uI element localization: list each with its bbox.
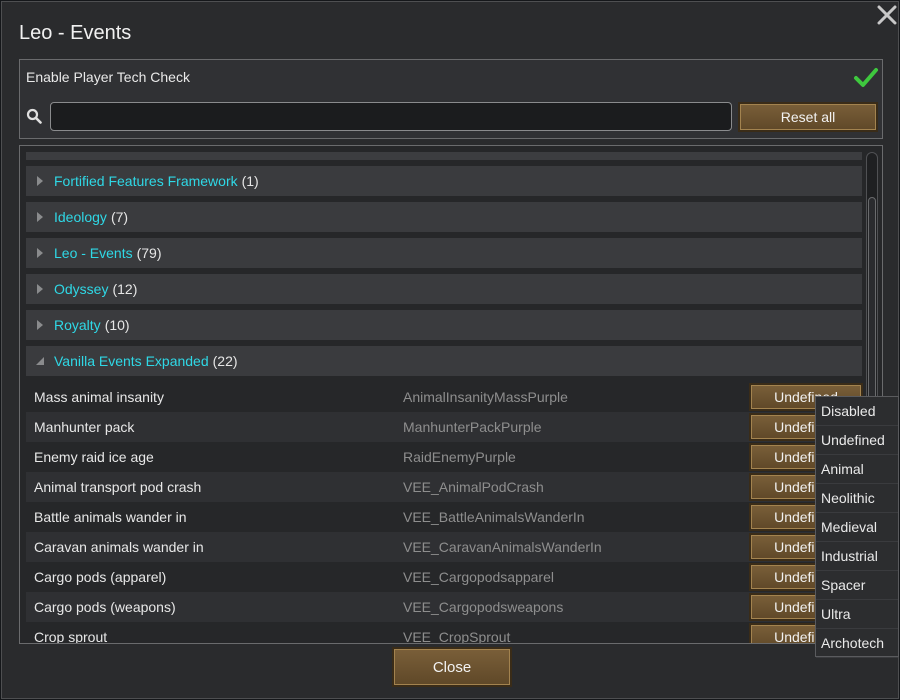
category-count: (79): [136, 245, 162, 261]
event-list[interactable]: Fortified Features Framework (1) Ideology(…: [19, 145, 883, 644]
event-row: Caravan animals wander in VEE_CaravanAnim…: [26, 532, 863, 562]
event-def-name: RaidEnemyPurple: [403, 449, 516, 465]
dropdown-option[interactable]: Undefined: [816, 426, 898, 455]
event-row: Cargo pods (apparel) VEE_Cargopodsapparel…: [26, 562, 863, 592]
event-def-name: ManhunterPackPurple: [403, 419, 542, 435]
event-label: Caravan animals wander in: [34, 539, 204, 555]
events-window: Leo - Events Enable Player Tech Check Re…: [1, 1, 899, 699]
event-label: Cargo pods (weapons): [34, 599, 176, 615]
search-icon: [26, 108, 42, 124]
event-def-name: VEE_Cargopodsapparel: [403, 569, 554, 585]
category-row[interactable]: Royalty (10): [26, 310, 862, 340]
event-row: Enemy raid ice age RaidEnemyPurple Undefin…: [26, 442, 863, 472]
event-def-name: VEE_BattleAnimalsWanderIn: [403, 509, 585, 525]
triangle-right-icon[interactable]: [26, 283, 54, 295]
triangle-down-icon[interactable]: [26, 356, 54, 366]
list-top-strip: [26, 152, 862, 160]
category-count: (7): [110, 209, 129, 225]
window-title: Leo - Events: [19, 22, 132, 44]
event-row: Animal transport pod crash VEE_AnimalPodC…: [26, 472, 863, 502]
category-row[interactable]: Ideology (7): [26, 202, 862, 232]
event-def-name: VEE_CaravanAnimalsWanderIn: [403, 539, 602, 555]
category-name: Fortified Features Framework: [54, 173, 238, 189]
event-def-name: VEE_AnimalPodCrash: [403, 479, 544, 495]
triangle-right-icon[interactable]: [26, 319, 54, 331]
category-row[interactable]: Leo - Events (79): [26, 238, 862, 268]
event-label: Manhunter pack: [34, 419, 135, 435]
category-row[interactable]: Fortified Features Framework (1): [26, 166, 862, 196]
reset-all-button[interactable]: Reset all: [738, 102, 878, 132]
dropdown-option[interactable]: Animal: [816, 455, 898, 484]
category-count: (1): [241, 173, 259, 189]
triangle-right-icon[interactable]: [26, 211, 54, 223]
dropdown-option[interactable]: Spacer: [816, 571, 898, 600]
dropdown-option[interactable]: Disabled: [816, 397, 898, 426]
category-name: Leo - Events: [54, 245, 133, 261]
category-name: Vanilla Events Expanded: [54, 353, 209, 369]
category-count: (10): [104, 317, 130, 333]
settings-panel: Enable Player Tech Check Reset all: [19, 59, 883, 139]
event-row: Crop sprout VEE_CropSprout Undefined: [26, 622, 863, 644]
dropdown-option[interactable]: Neolithic: [816, 484, 898, 513]
close-button[interactable]: Close: [392, 647, 512, 687]
checkmark-icon[interactable]: [853, 66, 879, 90]
tech-check-label[interactable]: Enable Player Tech Check: [26, 69, 190, 85]
level-dropdown-menu: Disabled Undefined Animal Neolithic Medieval…: [815, 396, 899, 658]
event-label: Mass animal insanity: [34, 389, 164, 405]
event-label: Battle animals wander in: [34, 509, 187, 525]
category-row[interactable]: Odyssey (12): [26, 274, 862, 304]
event-def-name: VEE_CropSprout: [403, 629, 511, 644]
event-label: Crop sprout: [34, 629, 108, 644]
category-name: Royalty: [54, 317, 101, 333]
category-name: Ideology: [54, 209, 107, 225]
event-label: Animal transport pod crash: [34, 479, 202, 495]
event-row: Battle animals wander in VEE_BattleAnimal…: [26, 502, 863, 532]
close-icon[interactable]: [876, 4, 898, 26]
event-row: Cargo pods (weapons) VEE_Cargopodsweapons…: [26, 592, 863, 622]
event-row: Mass animal insanity AnimalInsanityMassPu…: [26, 382, 863, 412]
triangle-right-icon[interactable]: [26, 247, 54, 259]
event-label: Cargo pods (apparel): [34, 569, 167, 585]
search-input[interactable]: [50, 102, 732, 131]
category-count: (22): [212, 353, 238, 369]
triangle-right-icon[interactable]: [26, 175, 54, 187]
event-label: Enemy raid ice age: [34, 449, 154, 465]
category-row[interactable]: Vanilla Events Expanded (22): [26, 346, 862, 376]
event-def-name: VEE_Cargopodsweapons: [403, 599, 564, 615]
category-count: (12): [112, 281, 138, 297]
category-name: Odyssey: [54, 281, 109, 297]
dropdown-option[interactable]: Archotech: [816, 629, 898, 658]
dropdown-option[interactable]: Ultra: [816, 600, 898, 629]
event-def-name: AnimalInsanityMassPurple: [403, 389, 568, 405]
event-row: Manhunter pack ManhunterPackPurple Undefin…: [26, 412, 863, 442]
dropdown-option[interactable]: Medieval: [816, 513, 898, 542]
dropdown-option[interactable]: Industrial: [816, 542, 898, 571]
event-list-content: Fortified Features Framework (1) Ideology(…: [26, 152, 863, 644]
